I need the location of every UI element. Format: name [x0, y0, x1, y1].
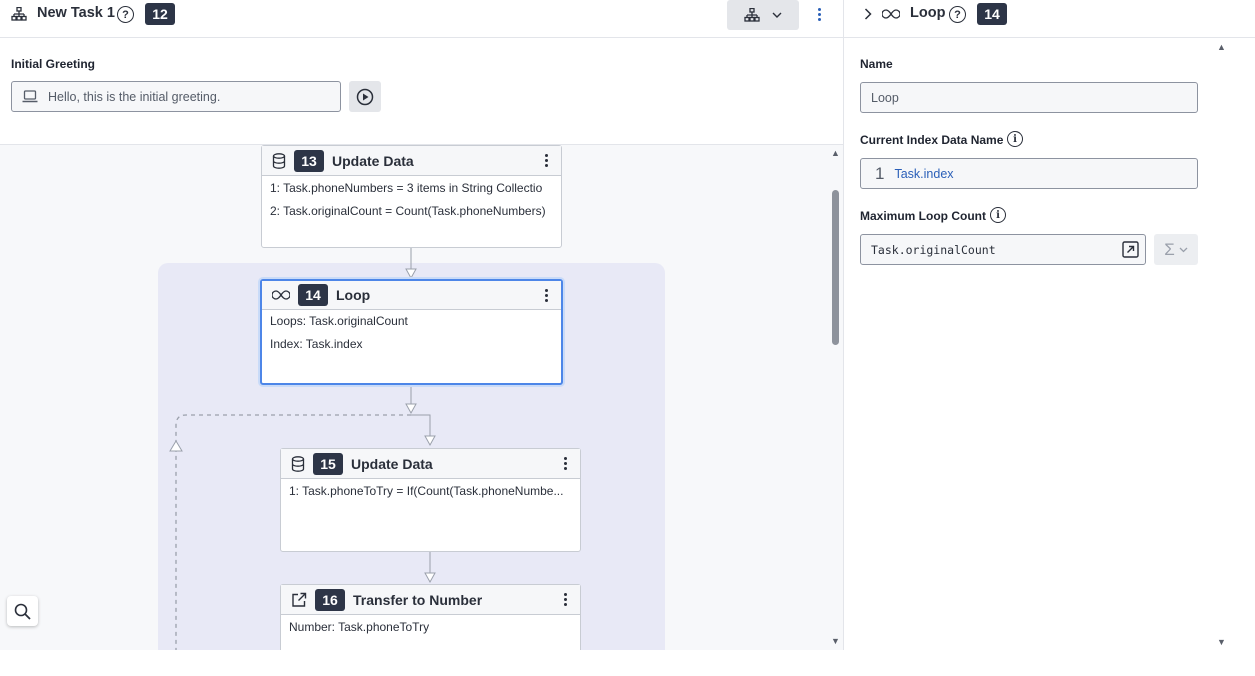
help-icon[interactable]: ? [949, 6, 966, 23]
index-value: Task.index [894, 166, 954, 181]
index-prefix: 1 [875, 163, 885, 183]
sitemap-icon [744, 8, 760, 22]
update-data-node-15[interactable]: 15 Update Data 1: Task.phoneToTry = If(C… [280, 448, 581, 552]
flow-canvas[interactable]: 13 Update Data 1: Task.phoneNumbers = 3 … [0, 145, 843, 650]
node-number-badge: 15 [313, 452, 343, 475]
node-detail-line: Number: Task.phoneToTry [289, 620, 430, 634]
canvas-scrollbar[interactable]: ▲ ▼ [828, 145, 843, 650]
info-icon[interactable]: i [990, 207, 1006, 223]
more-options-button[interactable] [812, 5, 826, 23]
node-header: 16 Transfer to Number [281, 585, 580, 615]
database-icon [291, 455, 305, 472]
node-menu-button[interactable] [558, 591, 572, 609]
node-menu-button[interactable] [539, 152, 553, 170]
greeting-input[interactable]: Hello, this is the initial greeting. [11, 81, 341, 112]
node-title: Loop [336, 287, 371, 303]
panel-scroll-down-arrow[interactable]: ▼ [1217, 637, 1226, 647]
max-loop-value: Task.originalCount [871, 242, 996, 257]
node-number-badge: 13 [294, 149, 324, 172]
node-title: Transfer to Number [353, 591, 483, 608]
greeting-section: Initial Greeting Hello, this is the init… [0, 38, 843, 145]
expand-icon[interactable] [1122, 241, 1139, 258]
name-label: Name [860, 57, 893, 71]
greeting-value: Hello, this is the initial greeting. [48, 89, 221, 104]
panel-number-badge: 14 [977, 3, 1007, 25]
properties-panel: Loop ? 14 ▲ ▼ Name Loop Current Index Da… [843, 0, 1255, 650]
node-menu-button[interactable] [558, 455, 572, 473]
scroll-down-arrow[interactable]: ▼ [831, 636, 840, 646]
node-title: Update Data [351, 455, 433, 472]
update-data-node-13[interactable]: 13 Update Data 1: Task.phoneNumbers = 3 … [261, 145, 562, 248]
panel-title: Loop [910, 5, 946, 21]
node-number-badge: 14 [298, 284, 328, 306]
external-link-icon [291, 592, 307, 608]
node-detail-line: 1: Task.phoneToTry = If(Count(Task.phone… [289, 484, 564, 498]
task-header: New Task 1 ? 12 [0, 0, 843, 38]
infinity-icon [882, 9, 900, 19]
loop-node-14[interactable]: 14 Loop Loops: Task.originalCount Index:… [260, 279, 563, 385]
name-value: Loop [871, 90, 899, 105]
help-icon[interactable]: ? [117, 6, 134, 23]
sigma-icon: Σ [1164, 239, 1175, 259]
max-loop-input[interactable]: Task.originalCount [860, 234, 1146, 265]
node-header: 13 Update Data [262, 146, 561, 176]
name-input[interactable]: Loop [860, 82, 1198, 113]
sitemap-icon [10, 5, 28, 23]
panel-header: Loop ? 14 [844, 0, 1255, 38]
chevron-right-icon[interactable] [864, 8, 872, 20]
scroll-up-arrow[interactable]: ▲ [831, 148, 840, 158]
task-title: New Task 1 [37, 5, 115, 21]
chevron-down-icon [1179, 247, 1188, 253]
scrollbar-thumb[interactable] [832, 190, 839, 345]
play-greeting-button[interactable] [349, 81, 381, 112]
node-menu-button[interactable] [539, 286, 553, 304]
laptop-icon [22, 90, 38, 103]
node-detail-line: Index: Task.index [270, 337, 363, 351]
node-detail-line: Loops: Task.originalCount [270, 314, 408, 328]
node-title: Update Data [332, 152, 414, 169]
node-detail-line: 2: Task.originalCount = Count(Task.phone… [270, 204, 546, 218]
node-number-badge: 16 [315, 588, 345, 611]
greeting-label: Initial Greeting [11, 57, 96, 71]
search-icon [14, 603, 31, 620]
canvas-search-button[interactable] [7, 596, 38, 626]
panel-scroll-up-arrow[interactable]: ▲ [1217, 42, 1226, 52]
layout-dropdown-button[interactable] [727, 0, 799, 30]
task-number-badge: 12 [145, 3, 175, 25]
expression-button[interactable]: Σ [1154, 234, 1198, 265]
index-label: Current Index Data Name [860, 133, 1004, 147]
max-loop-label: Maximum Loop Count [860, 209, 986, 223]
node-header: 15 Update Data [281, 449, 580, 479]
infinity-icon [272, 290, 290, 300]
index-input[interactable]: 1 Task.index [860, 158, 1198, 189]
node-detail-line: 1: Task.phoneNumbers = 3 items in String… [270, 181, 543, 195]
chevron-down-icon [772, 12, 782, 18]
transfer-node-16[interactable]: 16 Transfer to Number Number: Task.phone… [280, 584, 581, 650]
database-icon [272, 152, 286, 169]
node-header: 14 Loop [262, 281, 561, 310]
play-circle-icon [356, 88, 374, 106]
info-icon[interactable]: i [1007, 131, 1023, 147]
